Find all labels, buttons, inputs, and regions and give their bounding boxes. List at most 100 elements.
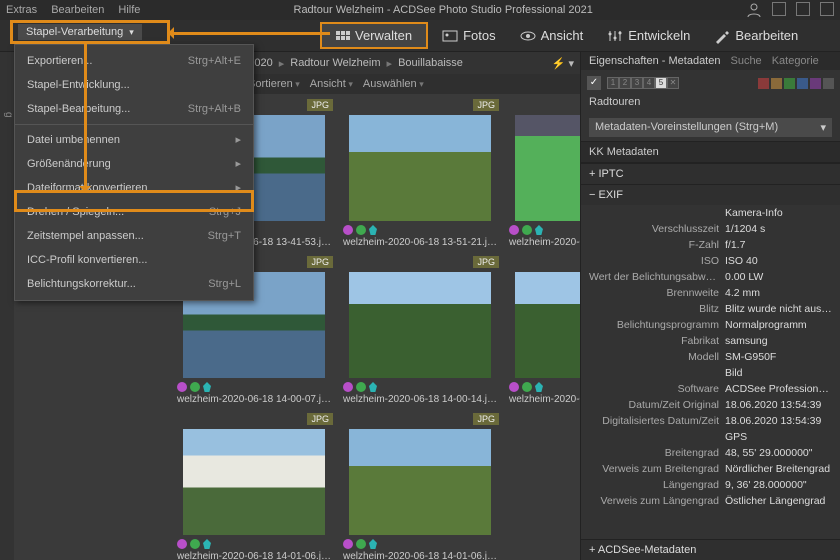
thumbnail[interactable]: JPG welzheim-2020-06-18 14-01-06.j… [172, 410, 336, 560]
thumb-filename: welzheim-2020-06-18 14-01-06.j… [173, 551, 335, 560]
tag-dot-purple [509, 382, 519, 392]
thumb-filename: welzheim-2020-06-18 13-54-39.j… [505, 237, 580, 250]
exif-section[interactable]: − EXIF [581, 184, 840, 205]
menu-item[interactable]: Belichtungskorrektur...Strg+L [15, 272, 253, 296]
menu-item[interactable]: Stapel-Entwicklung... [15, 73, 253, 97]
grid-icon [336, 31, 350, 40]
tag-dot-purple [177, 382, 187, 392]
left-panel-collapsed[interactable]: g [0, 52, 14, 560]
menu-item[interactable]: Exportieren...Strg+Alt+E [15, 49, 253, 73]
metadata-row: Datum/Zeit Original18.06.2020 13:54:39 [581, 397, 840, 413]
metadata-row: Breitengrad48, 55' 29.000000" [581, 445, 840, 461]
mode-fotos[interactable]: Fotos [432, 24, 506, 48]
annotation-arrow-2 [84, 44, 87, 190]
metadata-row: F-Zahlf/1.7 [581, 237, 840, 253]
panel-title: Eigenschaften - Metadaten [589, 55, 720, 67]
menu-item[interactable]: Größenänderung [15, 152, 253, 176]
batch-processing-button[interactable]: Stapel-Verarbeitung [18, 24, 142, 40]
tag-dot-green [190, 539, 200, 549]
view-mode[interactable]: Ansicht [310, 78, 353, 90]
thumbnail[interactable]: JPG welzheim-2020-06-18 13-54-39.j… [504, 96, 580, 251]
tag-checkbox[interactable]: ✓ [587, 76, 601, 90]
metadata-row: BelichtungsprogrammNormalprogramm [581, 317, 840, 333]
geo-pin-icon [535, 225, 543, 235]
filetype-badge: JPG [307, 99, 333, 111]
metadata-preset-dropdown[interactable]: Metadaten-Voreinstellungen (Strg+M)▾ [589, 118, 832, 137]
tag-label: Radtouren [581, 96, 840, 114]
mode-bearbeiten[interactable]: Bearbeiten [704, 24, 808, 48]
window-icon-1[interactable] [772, 2, 786, 16]
mode-verwalten[interactable]: Verwalten [320, 22, 428, 49]
metadata-row: Verweis zum BreitengradNördlicher Breite… [581, 461, 840, 477]
crumb-2[interactable]: Radtour Welzheim [290, 57, 380, 69]
window-icon-2[interactable] [796, 2, 810, 16]
select-mode[interactable]: Auswählen [363, 78, 424, 90]
thumbnail[interactable]: JPG welzheim-2020-06-18 13-51-21.j… [338, 96, 502, 251]
iptc-section[interactable]: + IPTC [581, 163, 840, 184]
geo-pin-icon [535, 382, 543, 392]
sliders-icon [607, 28, 623, 44]
mode-entwickeln[interactable]: Entwickeln [597, 24, 700, 48]
thumb-image [515, 272, 580, 378]
metadata-row: Kamera-Info [581, 205, 840, 221]
kk-metadata-header[interactable]: KK Metadaten [581, 141, 840, 163]
thumbnail[interactable]: JPG welzheim-2020-06-18 14-00-14.j… [338, 253, 502, 408]
thumb-filename: welzheim-2020-06-18 14-00-14.j… [339, 394, 501, 407]
menu-item[interactable]: Dateiformat konvertieren [15, 176, 253, 200]
menu-bearbeiten[interactable]: Bearbeiten [51, 4, 104, 16]
user-icon[interactable] [746, 2, 762, 18]
menu-hilfe[interactable]: Hilfe [118, 4, 140, 16]
tag-dot-green [356, 382, 366, 392]
metadata-row: Digitalisiertes Datum/Zeit18.06.2020 13:… [581, 413, 840, 429]
tag-dot-green [190, 382, 200, 392]
rating-boxes[interactable]: 12345✕ [607, 77, 679, 89]
window-controls [746, 2, 834, 18]
menu-item[interactable]: Drehen / Spiegeln...Strg+J [15, 200, 253, 224]
sort-by[interactable]: Sortieren [248, 78, 300, 90]
tag-dot-green [522, 225, 532, 235]
metadata-row: Verweis zum LängengradÖstlicher Längengr… [581, 493, 840, 509]
filetype-badge: JPG [307, 413, 333, 425]
metadata-row: Fabrikatsamsung [581, 333, 840, 349]
metadata-row: SoftwareACDSee Professional 2… [581, 381, 840, 397]
mode-bearbeiten-label: Bearbeiten [735, 28, 798, 43]
properties-panel: Eigenschaften - Metadaten Suche Kategori… [580, 52, 840, 560]
thumb-image [515, 115, 580, 221]
mode-fotos-label: Fotos [463, 28, 496, 43]
eye-icon [520, 28, 536, 44]
mode-ansicht[interactable]: Ansicht [510, 24, 594, 48]
menu-extras[interactable]: Extras [6, 4, 37, 16]
photos-icon [442, 28, 458, 44]
menu-item[interactable]: ICC-Profil konvertieren... [15, 248, 253, 272]
tag-dot-purple [509, 225, 519, 235]
menu-bar: Extras Bearbeiten Hilfe [6, 4, 140, 16]
menu-item[interactable]: Zeitstempel anpassen...Strg+T [15, 224, 253, 248]
crumb-3[interactable]: Bouillabaisse [398, 57, 463, 69]
thumb-filename: welzheim-2020-06-18 13-51-21.j… [339, 237, 501, 250]
tag-dot-purple [343, 539, 353, 549]
thumb-image [349, 429, 491, 535]
geo-pin-icon [369, 225, 377, 235]
thumb-image [349, 272, 491, 378]
menu-item[interactable]: Stapel-Bearbeitung...Strg+Alt+B [15, 97, 253, 121]
acdsee-section[interactable]: + ACDSee-Metadaten [581, 539, 840, 560]
tag-dot-green [522, 382, 532, 392]
panel-tab-kategorie[interactable]: Kategorie [772, 55, 819, 67]
tools-icon [714, 28, 730, 44]
metadata-row: BlitzBlitz wurde nicht ausge… [581, 301, 840, 317]
tag-dot-purple [343, 225, 353, 235]
thumb-image [183, 429, 325, 535]
thumbnail[interactable]: JPG welzheim-2020-06-18 14-01-06.j… [338, 410, 502, 560]
thumb-filename: welzheim-2020-06-18 14-01-06.j… [339, 551, 501, 560]
metadata-row: Bild [581, 365, 840, 381]
window-icon-3[interactable] [820, 2, 834, 16]
annotation-arrow-1 [170, 32, 330, 35]
thumbnail[interactable]: JPG welzheim-2020-06-18 14-00-43.j… [504, 253, 580, 408]
exif-list: Kamera-InfoVerschlusszeit1/1204 sF-Zahlf… [581, 205, 840, 539]
panel-tab-suche[interactable]: Suche [730, 55, 761, 67]
geo-pin-icon [369, 382, 377, 392]
tag-dot-green [356, 225, 366, 235]
menu-item[interactable]: Datei umbenennen [15, 128, 253, 152]
color-labels[interactable] [758, 78, 834, 89]
thumb-filename: welzheim-2020-06-18 14-00-43.j… [505, 394, 580, 407]
